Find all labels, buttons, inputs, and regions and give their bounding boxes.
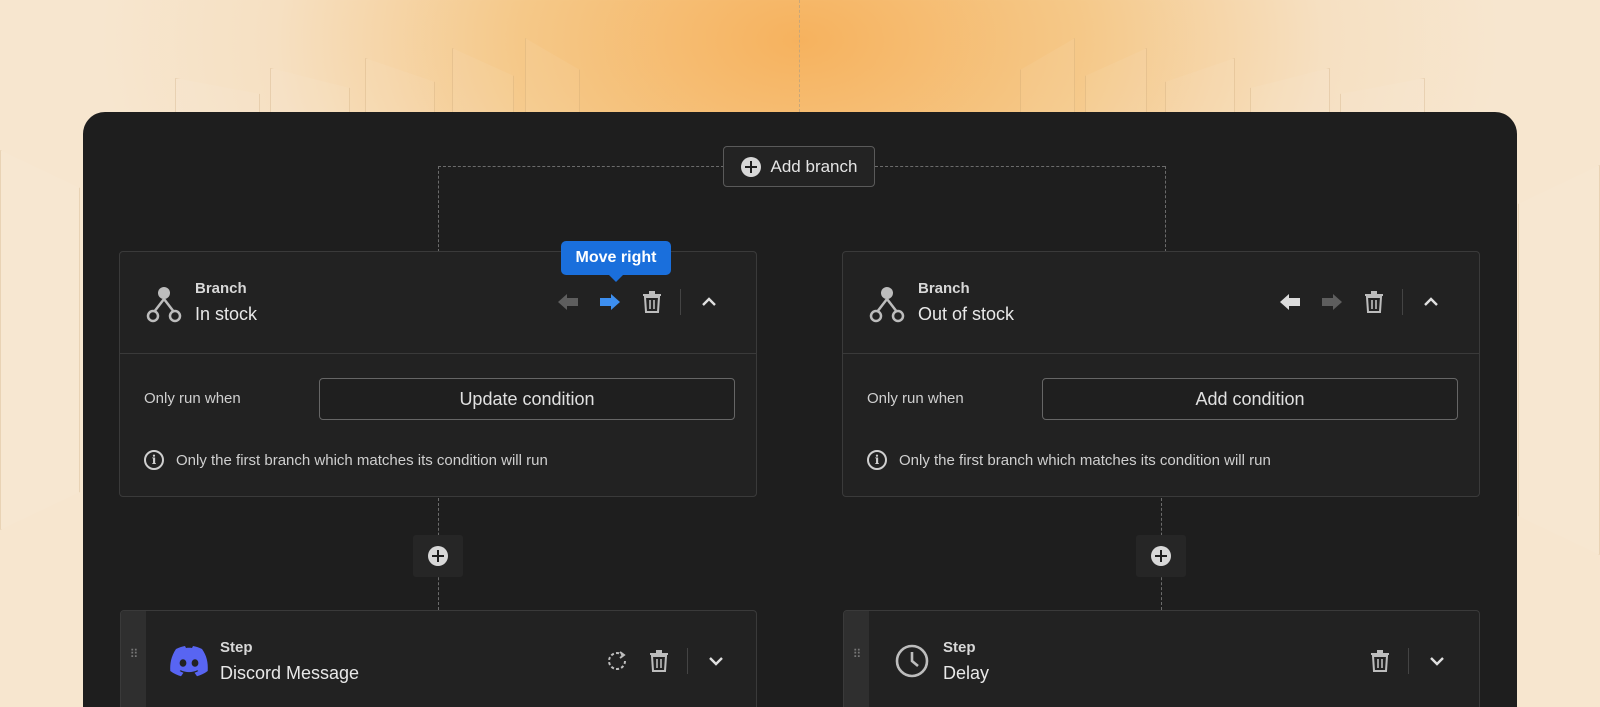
- add-condition-button[interactable]: Add condition: [1042, 378, 1458, 420]
- only-run-when-label: Only run when: [867, 390, 964, 407]
- chevron-up-icon: [1424, 297, 1438, 306]
- background-panel: [1165, 58, 1235, 118]
- branch-kind-label: Branch: [918, 280, 970, 297]
- move-left-button[interactable]: [1276, 288, 1304, 316]
- add-step-button[interactable]: [1136, 535, 1186, 577]
- background-panel: [270, 68, 350, 118]
- info-icon: i: [867, 450, 887, 470]
- background-panel: [525, 38, 580, 118]
- step-card-delay: ⠿ Step Delay: [843, 610, 1480, 707]
- add-step-button[interactable]: [413, 535, 463, 577]
- connector-line: [438, 166, 724, 167]
- arrow-left-icon: [1280, 294, 1300, 310]
- chevron-down-icon: [709, 657, 723, 666]
- branch-name: Out of stock: [918, 304, 1015, 324]
- clock-icon: [895, 644, 929, 678]
- delete-branch-button[interactable]: [1360, 288, 1388, 316]
- trash-icon: [1371, 650, 1389, 672]
- background-panel: [1250, 68, 1330, 118]
- background-panel: [452, 48, 514, 118]
- divider: [1408, 648, 1409, 674]
- background-panel: [1020, 38, 1075, 118]
- discord-icon: [170, 646, 208, 677]
- move-right-tooltip: Move right: [561, 241, 671, 282]
- branch-header: Branch Out of stock: [843, 252, 1479, 354]
- expand-button[interactable]: [1423, 647, 1451, 675]
- background-panel: [0, 150, 80, 530]
- add-branch-label: Add branch: [770, 156, 858, 176]
- connector-line: [799, 0, 800, 112]
- background-panel: [1518, 165, 1600, 555]
- move-right-button[interactable]: [1318, 288, 1346, 316]
- plus-circle-icon: [740, 156, 761, 177]
- divider: [680, 289, 681, 315]
- delete-branch-button[interactable]: [638, 288, 666, 316]
- delete-step-button[interactable]: [645, 647, 673, 675]
- arrow-right-icon: [1322, 294, 1342, 310]
- info-note: i Only the first branch which matches it…: [867, 450, 1271, 470]
- trash-icon: [643, 291, 661, 313]
- background-panel: [1085, 48, 1147, 118]
- divider: [1402, 289, 1403, 315]
- divider: [687, 648, 688, 674]
- drag-handle-icon: ⠿: [852, 647, 862, 661]
- branch-name: In stock: [195, 304, 258, 324]
- collapse-button[interactable]: [1417, 288, 1445, 316]
- expand-button[interactable]: [702, 647, 730, 675]
- step-kind-label: Step: [220, 639, 253, 656]
- background-panel: [365, 58, 435, 118]
- refresh-icon: [608, 651, 626, 670]
- arrow-left-icon: [558, 294, 578, 310]
- branch-icon: [869, 287, 905, 323]
- branch-card-out-of-stock: Branch Out of stock Only run when Add co…: [842, 251, 1480, 497]
- trash-icon: [1365, 291, 1383, 313]
- info-text: Only the first branch which matches its …: [899, 451, 1271, 469]
- workflow-canvas: Add branch Branch In stock Only run when…: [83, 112, 1517, 707]
- step-kind-label: Step: [943, 639, 976, 656]
- step-card-discord-message: ⠿ Step Discord Message: [120, 610, 757, 707]
- plus-circle-icon: [1151, 546, 1171, 566]
- drag-handle-icon: ⠿: [129, 647, 139, 661]
- drag-handle[interactable]: ⠿: [844, 611, 869, 707]
- branch-icon: [146, 287, 182, 323]
- info-icon: i: [144, 450, 164, 470]
- update-condition-button[interactable]: Update condition: [319, 378, 735, 420]
- branch-card-in-stock: Branch In stock Only run when Update con…: [119, 251, 757, 497]
- delete-step-button[interactable]: [1366, 647, 1394, 675]
- trash-icon: [650, 650, 668, 672]
- arrow-right-icon: [600, 294, 620, 310]
- drag-handle[interactable]: ⠿: [121, 611, 146, 707]
- info-text: Only the first branch which matches its …: [176, 451, 548, 469]
- plus-circle-icon: [428, 546, 448, 566]
- branch-kind-label: Branch: [195, 280, 247, 297]
- step-name: Discord Message: [220, 663, 360, 683]
- chevron-down-icon: [1430, 657, 1444, 666]
- only-run-when-label: Only run when: [144, 390, 241, 407]
- move-right-button[interactable]: [596, 288, 624, 316]
- step-name: Delay: [943, 663, 990, 683]
- move-left-button[interactable]: [554, 288, 582, 316]
- add-branch-button[interactable]: Add branch: [723, 146, 875, 187]
- info-note: i Only the first branch which matches it…: [144, 450, 548, 470]
- collapse-button[interactable]: [695, 288, 723, 316]
- connector-line: [438, 166, 439, 252]
- replace-step-button[interactable]: [603, 647, 631, 675]
- connector-line: [1165, 166, 1166, 252]
- connector-line: [875, 166, 1165, 167]
- chevron-up-icon: [702, 297, 716, 306]
